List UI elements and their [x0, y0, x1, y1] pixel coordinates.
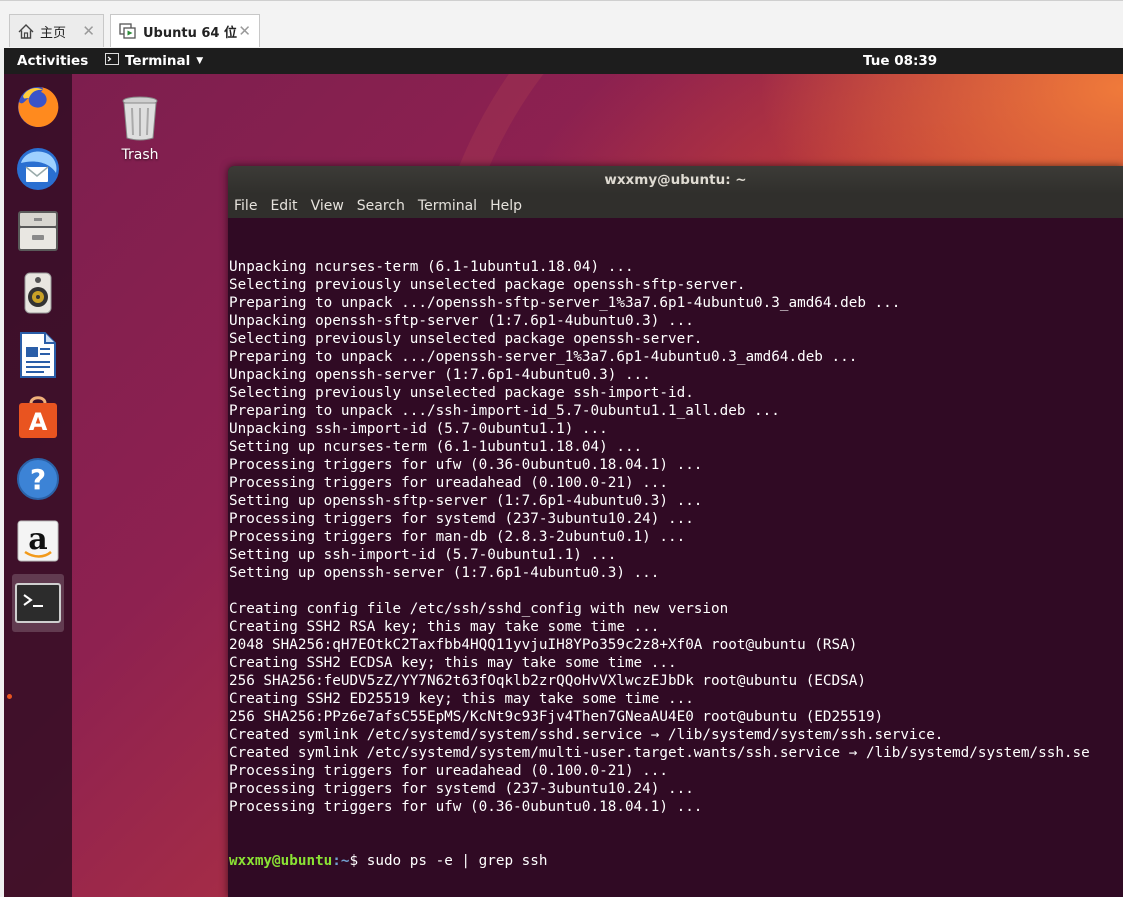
terminal-small-icon: [105, 53, 119, 69]
prompt-user: wxxmy@ubuntu: [229, 853, 333, 869]
terminal-line: Processing triggers for man-db (2.8.3-2u…: [229, 529, 686, 545]
host-tab-ubuntu[interactable]: Ubuntu 64 位 ✕: [110, 14, 260, 47]
rhythmbox-icon: [24, 272, 52, 314]
running-indicator: [7, 694, 12, 699]
menu-search[interactable]: Search: [357, 194, 405, 218]
menu-view[interactable]: View: [311, 194, 344, 218]
app-menu-label: Terminal: [125, 53, 191, 69]
firefox-icon: [18, 86, 59, 127]
terminal-line: Processing triggers for ufw (0.36-0ubunt…: [229, 457, 703, 473]
terminal-line: Preparing to unpack .../ssh-import-id_5.…: [229, 403, 780, 419]
terminal-line: Setting up ssh-import-id (5.7-0ubuntu1.1…: [229, 547, 617, 563]
dock-software[interactable]: A: [12, 394, 64, 440]
terminal-line: Processing triggers for ufw (0.36-0ubunt…: [229, 799, 703, 815]
terminal-line: 256 SHA256:feUDV5zZ/YY7N62t63fOqklb2zrQQ…: [229, 673, 866, 689]
vm-screen[interactable]: Activities Terminal ▼ Tue 08:39 A ? a Tr…: [4, 48, 1123, 897]
host-tab-home[interactable]: 主页 ✕: [9, 14, 104, 47]
terminal-line: Unpacking ncurses-term (6.1-1ubuntu1.18.…: [229, 259, 634, 275]
terminal-line: Creating SSH2 ED25519 key; this may take…: [229, 691, 694, 707]
terminal-output[interactable]: Unpacking ncurses-term (6.1-1ubuntu1.18.…: [228, 218, 1123, 897]
terminal-titlebar[interactable]: wxxmy@ubuntu: ~: [228, 166, 1123, 194]
terminal-line: Unpacking openssh-server (1:7.6p1-4ubunt…: [229, 367, 651, 383]
trash-desktop-icon[interactable]: Trash: [108, 94, 172, 163]
app-menu-button[interactable]: Terminal ▼: [105, 53, 203, 69]
dock-files[interactable]: [12, 208, 64, 254]
terminal-icon: [15, 583, 61, 623]
dock-thunderbird[interactable]: [12, 146, 64, 192]
menu-help[interactable]: Help: [490, 194, 522, 218]
prompt-command: sudo ps -e | grep ssh: [366, 853, 548, 869]
help-icon: ?: [17, 458, 59, 500]
libreoffice-writer-icon: [20, 332, 56, 378]
chevron-down-icon: ▼: [196, 56, 204, 66]
terminal-line: Setting up openssh-server (1:7.6p1-4ubun…: [229, 565, 660, 581]
dock-firefox[interactable]: [12, 84, 64, 130]
trash-icon: [122, 96, 158, 141]
activities-button[interactable]: Activities: [17, 53, 88, 69]
trash-label: Trash: [121, 147, 159, 163]
terminal-line: Unpacking ssh-import-id (5.7-0ubuntu1.1)…: [229, 421, 608, 437]
terminal-line: Processing triggers for systemd (237-3ub…: [229, 781, 694, 797]
home-icon: [18, 23, 34, 39]
vm-icon: [119, 23, 137, 39]
terminal-line: Created symlink /etc/systemd/system/mult…: [229, 745, 1090, 761]
prompt-symbol: $: [349, 853, 367, 869]
terminal-line: Selecting previously unselected package …: [229, 331, 703, 347]
ubuntu-software-icon: A: [19, 396, 57, 438]
menu-file[interactable]: File: [234, 194, 257, 218]
terminal-line: 256 SHA256:PPz6e7afsC55EpMS/KcNt9c93Fjv4…: [229, 709, 884, 725]
terminal-line: Processing triggers for systemd (237-3ub…: [229, 511, 694, 527]
dock-rhythmbox[interactable]: [12, 270, 64, 316]
svg-text:A: A: [29, 408, 48, 436]
dock-writer[interactable]: [12, 332, 64, 378]
menu-terminal[interactable]: Terminal: [418, 194, 477, 218]
dock-help[interactable]: ?: [12, 456, 64, 502]
terminal-line: Created symlink /etc/systemd/system/sshd…: [229, 727, 944, 743]
terminal-line: Setting up ncurses-term (6.1-1ubuntu1.18…: [229, 439, 643, 455]
prompt-path: :~: [332, 853, 350, 869]
terminal-line: Processing triggers for ureadahead (0.10…: [229, 475, 668, 491]
svg-text:?: ?: [30, 463, 46, 496]
terminal-menubar: File Edit View Search Terminal Help: [228, 194, 1123, 218]
files-icon: [18, 211, 58, 251]
amazon-icon: a: [17, 520, 59, 562]
svg-text:a: a: [28, 522, 47, 557]
terminal-line: Preparing to unpack .../openssh-sftp-ser…: [229, 295, 901, 311]
terminal-line: Processing triggers for ureadahead (0.10…: [229, 763, 668, 779]
host-tab-home-label: 主页: [40, 25, 67, 41]
clock[interactable]: Tue 08:39: [863, 53, 937, 69]
terminal-line: Setting up openssh-sftp-server (1:7.6p1-…: [229, 493, 703, 509]
dock: A ? a •••: [4, 74, 72, 897]
terminal-lines: Unpacking ncurses-term (6.1-1ubuntu1.18.…: [229, 258, 1123, 816]
terminal-line: Preparing to unpack .../openssh-server_1…: [229, 349, 858, 365]
terminal-prompt-line[interactable]: wxxmy@ubuntu:~$ sudo ps -e | grep ssh: [229, 852, 1123, 870]
terminal-line: Creating SSH2 RSA key; this may take som…: [229, 619, 660, 635]
thunderbird-icon: [17, 148, 59, 190]
menu-edit[interactable]: Edit: [270, 194, 297, 218]
close-icon[interactable]: ✕: [238, 22, 251, 40]
terminal-line: Creating config file /etc/ssh/sshd_confi…: [229, 601, 729, 617]
dock-terminal[interactable]: [12, 574, 64, 632]
dock-amazon[interactable]: a: [12, 518, 64, 564]
terminal-line: Selecting previously unselected package …: [229, 385, 694, 401]
terminal-line: 2048 SHA256:qH7EOtkC2Taxfbb4HQQ11yvjuIH8…: [229, 637, 858, 653]
host-tab-ubuntu-label: Ubuntu 64 位: [143, 25, 237, 41]
top-panel: Activities Terminal ▼ Tue 08:39: [4, 48, 1123, 74]
host-tabbar: 主页 ✕ Ubuntu 64 位 ✕: [0, 0, 1123, 49]
terminal-line: Creating SSH2 ECDSA key; this may take s…: [229, 655, 677, 671]
terminal-window[interactable]: wxxmy@ubuntu: ~ File Edit View Search Te…: [228, 166, 1123, 897]
terminal-line: Selecting previously unselected package …: [229, 277, 746, 293]
close-icon[interactable]: ✕: [82, 22, 95, 40]
terminal-line: Unpacking openssh-sftp-server (1:7.6p1-4…: [229, 313, 694, 329]
